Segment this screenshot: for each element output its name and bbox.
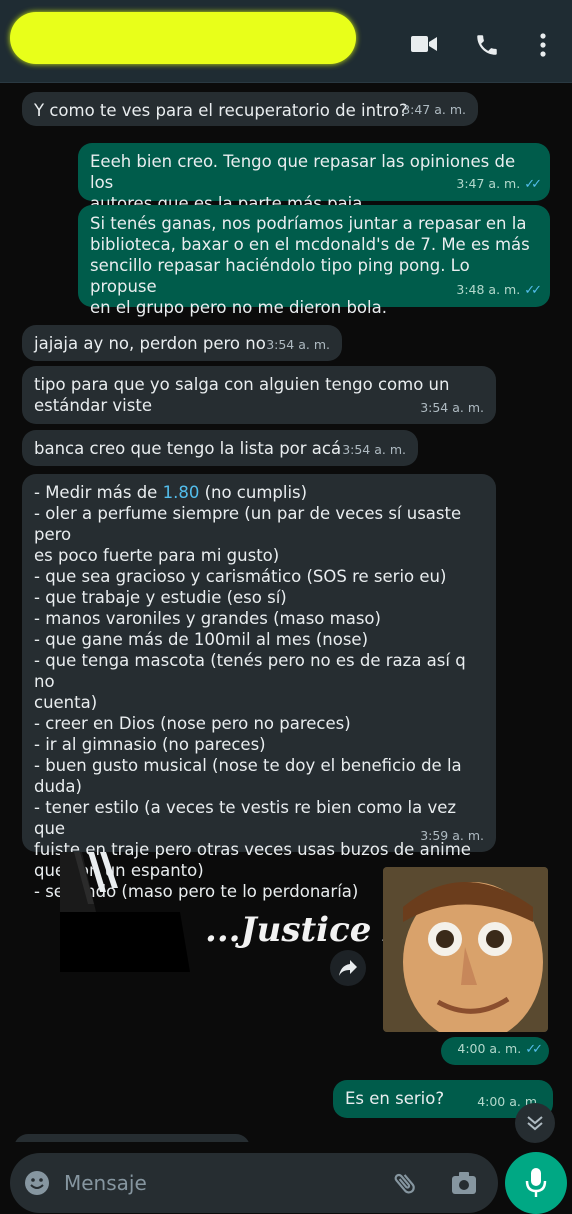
message-time: 3:54 a. m.	[266, 337, 330, 352]
camera-icon[interactable]	[450, 1170, 478, 1196]
message-outgoing[interactable]: Eeeh bien creo. Tengo que repasar las op…	[78, 143, 550, 213]
message-time: 3:54 a. m.	[420, 400, 484, 415]
media-timestamp: 4:00 a. m. ✓✓	[441, 1037, 549, 1065]
chat-header	[0, 0, 572, 83]
message-text: - Medir más de 1.80 (no cumplis) - oler …	[34, 483, 471, 901]
message-time: 3:47 a. m.	[402, 102, 466, 117]
message-incoming[interactable]: tipo para que yo salga con alguien tengo…	[22, 366, 496, 424]
message-incoming[interactable]: jajaja ay no, perdon pero no 3:54 a. m.	[22, 325, 342, 361]
phone-icon[interactable]	[474, 32, 502, 56]
message-text: Y como te ves para el recuperatorio de i…	[34, 101, 408, 120]
read-receipt-icon: ✓✓	[525, 1042, 543, 1057]
voice-message-button[interactable]	[505, 1152, 567, 1214]
message-time: 3:48 a. m.	[456, 282, 521, 297]
message-incoming-list[interactable]: - Medir más de 1.80 (no cumplis) - oler …	[22, 474, 496, 901]
message-time: 4:00 a. m.	[457, 1041, 522, 1056]
message-text: tipo para que yo salga con alguien tengo…	[34, 375, 450, 415]
meme-caption: ...Justice I	[205, 910, 400, 950]
highlighted-number: 1.80	[162, 483, 200, 502]
scroll-to-bottom-button[interactable]	[515, 1103, 555, 1143]
message-text: Si tenés ganas, nos podríamos juntar a r…	[90, 214, 530, 317]
read-receipt-icon: ✓✓	[524, 283, 542, 298]
more-options-icon[interactable]	[538, 32, 548, 57]
message-incoming[interactable]: banca creo que tengo la lista por acá 3:…	[22, 430, 418, 466]
attach-icon[interactable]	[392, 1169, 418, 1197]
message-incoming-partial[interactable]	[14, 1134, 250, 1142]
message-input-bar[interactable]: Mensaje	[10, 1153, 498, 1213]
message-incoming[interactable]: Y como te ves para el recuperatorio de i…	[22, 92, 478, 126]
woody-face-drawing	[383, 867, 548, 1032]
double-chevron-down-icon	[527, 1116, 543, 1131]
contact-name-redacted[interactable]	[10, 12, 356, 64]
video-call-icon[interactable]	[410, 32, 438, 56]
chat-area[interactable]: Y como te ves para el recuperatorio de i…	[0, 82, 572, 1142]
message-outgoing[interactable]: Si tenés ganas, nos podríamos juntar a r…	[78, 205, 550, 317]
woody-face-image[interactable]	[383, 867, 548, 1032]
forward-icon	[339, 960, 357, 976]
microphone-icon	[525, 1168, 547, 1197]
forward-button[interactable]	[330, 950, 366, 986]
emoji-icon[interactable]	[24, 1170, 50, 1196]
message-time: 3:59 a. m.	[420, 828, 484, 843]
message-time: 3:54 a. m.	[342, 442, 406, 457]
message-input[interactable]: Mensaje	[64, 1171, 147, 1195]
message-time: 3:47 a. m.	[456, 176, 521, 191]
read-receipt-icon: ✓✓	[524, 177, 542, 192]
